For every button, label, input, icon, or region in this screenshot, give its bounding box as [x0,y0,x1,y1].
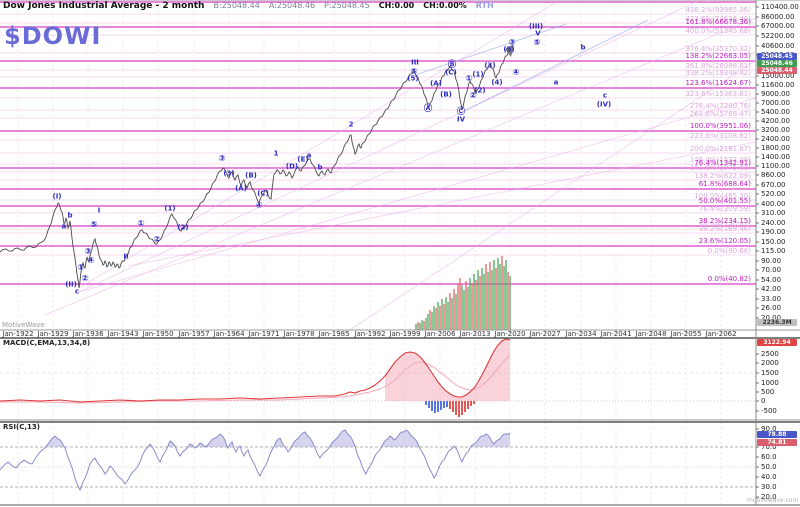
price-pane[interactable] [0,0,756,330]
rsi-pane[interactable] [0,422,756,505]
price-axis[interactable] [756,0,800,507]
chart-window: Dow Jones Industrial Average - 2 month B… [0,0,800,507]
macd-pane[interactable] [0,338,756,420]
date-axis[interactable] [0,330,756,338]
